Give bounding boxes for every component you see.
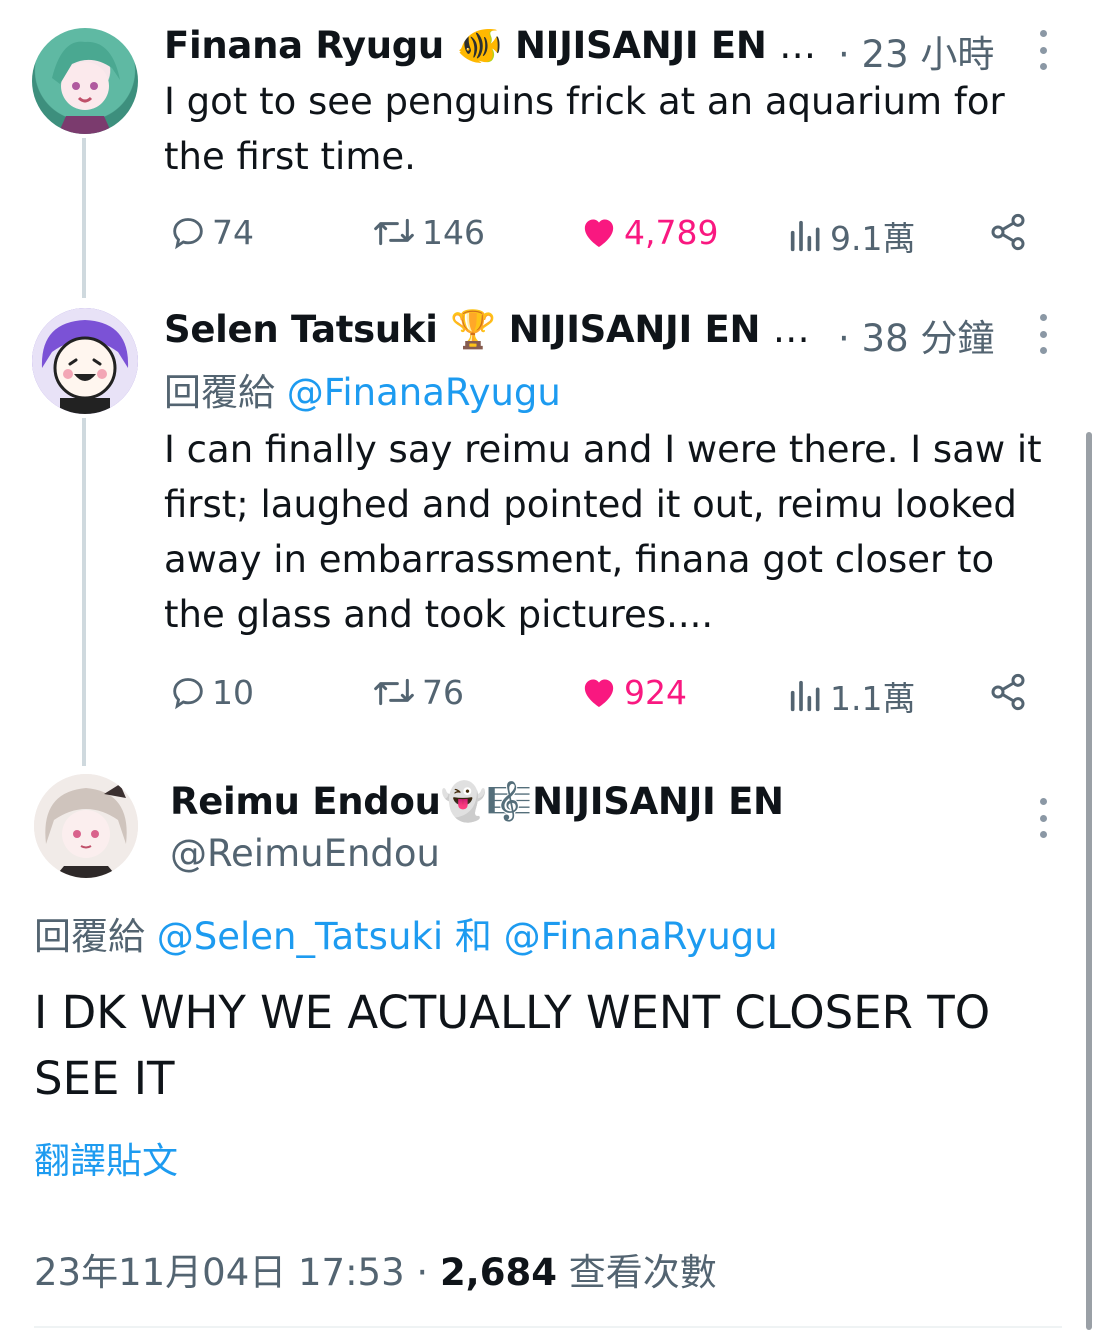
author-name[interactable]: Reimu Endou👻🎼NIJISANJI EN bbox=[170, 780, 784, 824]
timestamp[interactable]: 23年11月04日 17:53 bbox=[34, 1251, 405, 1294]
ellipsis: … bbox=[772, 308, 810, 351]
reply-icon bbox=[173, 678, 203, 710]
more-icon[interactable] bbox=[1037, 314, 1049, 354]
thread-line bbox=[82, 138, 86, 298]
like-count: 4,789 bbox=[624, 212, 719, 252]
thread-line bbox=[82, 418, 86, 766]
scrollbar[interactable] bbox=[1086, 432, 1092, 1330]
views-button[interactable]: 1.1萬 bbox=[786, 672, 915, 720]
retweet-button[interactable]: 76 bbox=[370, 672, 464, 712]
ellipsis: … bbox=[779, 24, 816, 67]
affiliation: NIJISANJI EN bbox=[532, 780, 784, 823]
separator-dot: · bbox=[416, 1251, 429, 1294]
views-count: 1.1萬 bbox=[830, 679, 916, 718]
views-label: 查看次數 bbox=[568, 1251, 717, 1294]
author-name-text: Selen Tatsuki bbox=[164, 308, 438, 351]
view-count: 2,684 bbox=[439, 1251, 557, 1294]
like-count: 924 bbox=[624, 672, 687, 712]
reply-button[interactable]: 74 bbox=[168, 212, 254, 252]
reply-icon bbox=[173, 218, 203, 250]
reply-to-line: 回覆給 @FinanaRyugu bbox=[164, 362, 561, 416]
reply-button[interactable]: 10 bbox=[168, 672, 254, 712]
reply-to-line: 回覆給 @Selen_Tatsuki 和 @FinanaRyugu bbox=[34, 906, 778, 960]
heart-icon bbox=[584, 679, 614, 707]
share-button[interactable] bbox=[988, 672, 1028, 712]
main-tweet-text: I DK WHY WE ACTUALLY WENT CLOSER TO SEE … bbox=[34, 986, 991, 1105]
retweet-count: 146 bbox=[422, 212, 485, 252]
views-icon bbox=[790, 220, 820, 252]
author-handle[interactable]: @ReimuEndou bbox=[170, 832, 440, 875]
share-button[interactable] bbox=[988, 212, 1028, 252]
author-name[interactable]: Finana Ryugu 🐠 NIJISANJI EN … bbox=[164, 24, 816, 68]
avatar[interactable] bbox=[34, 774, 138, 878]
mention-link[interactable]: @FinanaRyugu bbox=[504, 915, 778, 958]
tweet-time[interactable]: · 38 分鐘 bbox=[838, 308, 994, 362]
reply-count: 10 bbox=[212, 672, 254, 712]
reply-count: 74 bbox=[212, 212, 254, 252]
affiliation: NIJISANJI EN bbox=[508, 308, 761, 351]
tweet-text: I got to see penguins frick at an aquari… bbox=[164, 80, 1005, 178]
ghost-music-icon: 👻🎼 bbox=[440, 780, 533, 823]
tweet-meta-line: 23年11月04日 17:53 · 2,684 查看次數 bbox=[34, 1242, 717, 1296]
share-icon bbox=[991, 673, 1025, 711]
like-button[interactable]: 924 bbox=[578, 672, 687, 712]
affiliation: NIJISANJI EN bbox=[514, 24, 767, 67]
retweet-button[interactable]: 146 bbox=[370, 212, 485, 252]
more-icon[interactable] bbox=[1037, 798, 1049, 838]
trophy-icon: 🏆 bbox=[450, 308, 496, 351]
mention-link[interactable]: @FinanaRyugu bbox=[287, 371, 561, 414]
retweet-count: 76 bbox=[422, 672, 464, 712]
like-button[interactable]: 4,789 bbox=[578, 212, 718, 252]
fish-icon: 🐠 bbox=[456, 24, 503, 67]
retweet-icon bbox=[374, 678, 414, 706]
views-button[interactable]: 9.1萬 bbox=[786, 212, 915, 260]
tweet-time[interactable]: · 23 小時 bbox=[838, 24, 994, 78]
more-icon[interactable] bbox=[1037, 30, 1049, 70]
retweet-icon bbox=[374, 218, 414, 246]
reply-prefix: 回覆給 bbox=[164, 371, 275, 414]
divider bbox=[34, 1326, 1062, 1328]
views-icon bbox=[790, 680, 820, 712]
tweet-text: I can finally say reimu and I were there… bbox=[164, 428, 1042, 636]
avatar[interactable] bbox=[32, 28, 138, 134]
reply-and: 和 bbox=[454, 915, 492, 958]
translate-link[interactable]: 翻譯貼文 bbox=[34, 1132, 178, 1184]
heart-icon bbox=[584, 219, 614, 247]
avatar[interactable] bbox=[32, 308, 138, 414]
mention-link[interactable]: @Selen_Tatsuki bbox=[157, 915, 443, 958]
author-name-text: Reimu Endou bbox=[170, 780, 441, 823]
views-count: 9.1萬 bbox=[830, 219, 916, 258]
author-name[interactable]: Selen Tatsuki 🏆 NIJISANJI EN … bbox=[164, 308, 810, 352]
author-name-text: Finana Ryugu bbox=[164, 24, 444, 67]
share-icon bbox=[991, 213, 1025, 251]
reply-prefix: 回覆給 bbox=[34, 915, 145, 958]
